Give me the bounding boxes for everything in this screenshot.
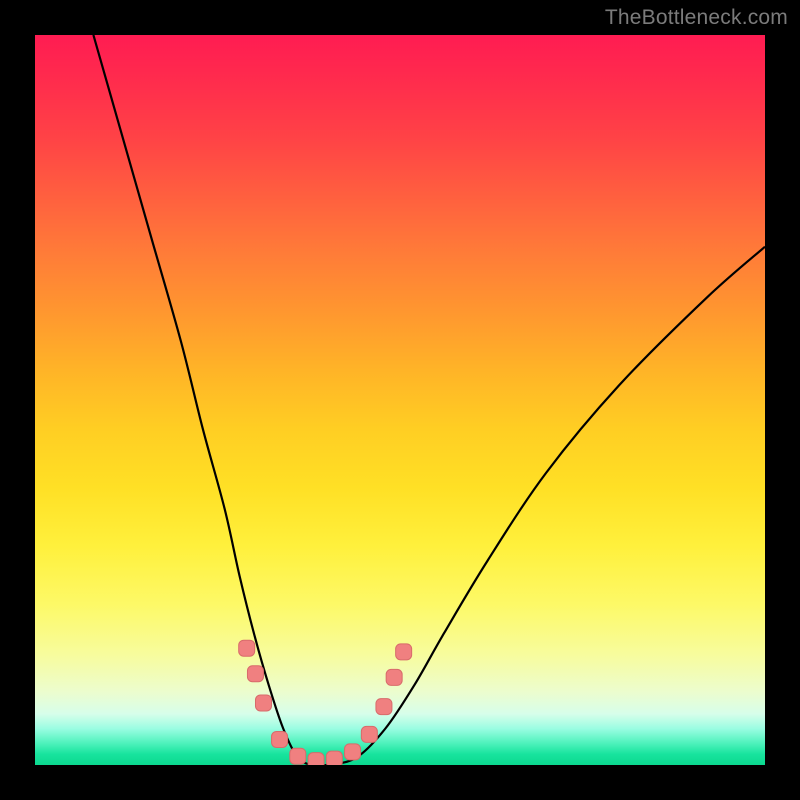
data-marker — [361, 726, 377, 742]
data-marker — [272, 731, 288, 747]
data-marker — [345, 744, 361, 760]
data-marker — [308, 753, 324, 765]
data-marker — [255, 695, 271, 711]
curve-layer — [35, 35, 765, 765]
data-marker — [386, 669, 402, 685]
data-marker — [376, 699, 392, 715]
marker-group — [239, 640, 412, 765]
data-marker — [326, 751, 342, 765]
data-marker — [290, 748, 306, 764]
plot-area — [35, 35, 765, 765]
bottleneck-curve — [93, 35, 765, 765]
chart-frame: TheBottleneck.com — [0, 0, 800, 800]
data-marker — [247, 666, 263, 682]
data-marker — [239, 640, 255, 656]
data-marker — [396, 644, 412, 660]
watermark-text: TheBottleneck.com — [605, 6, 788, 30]
